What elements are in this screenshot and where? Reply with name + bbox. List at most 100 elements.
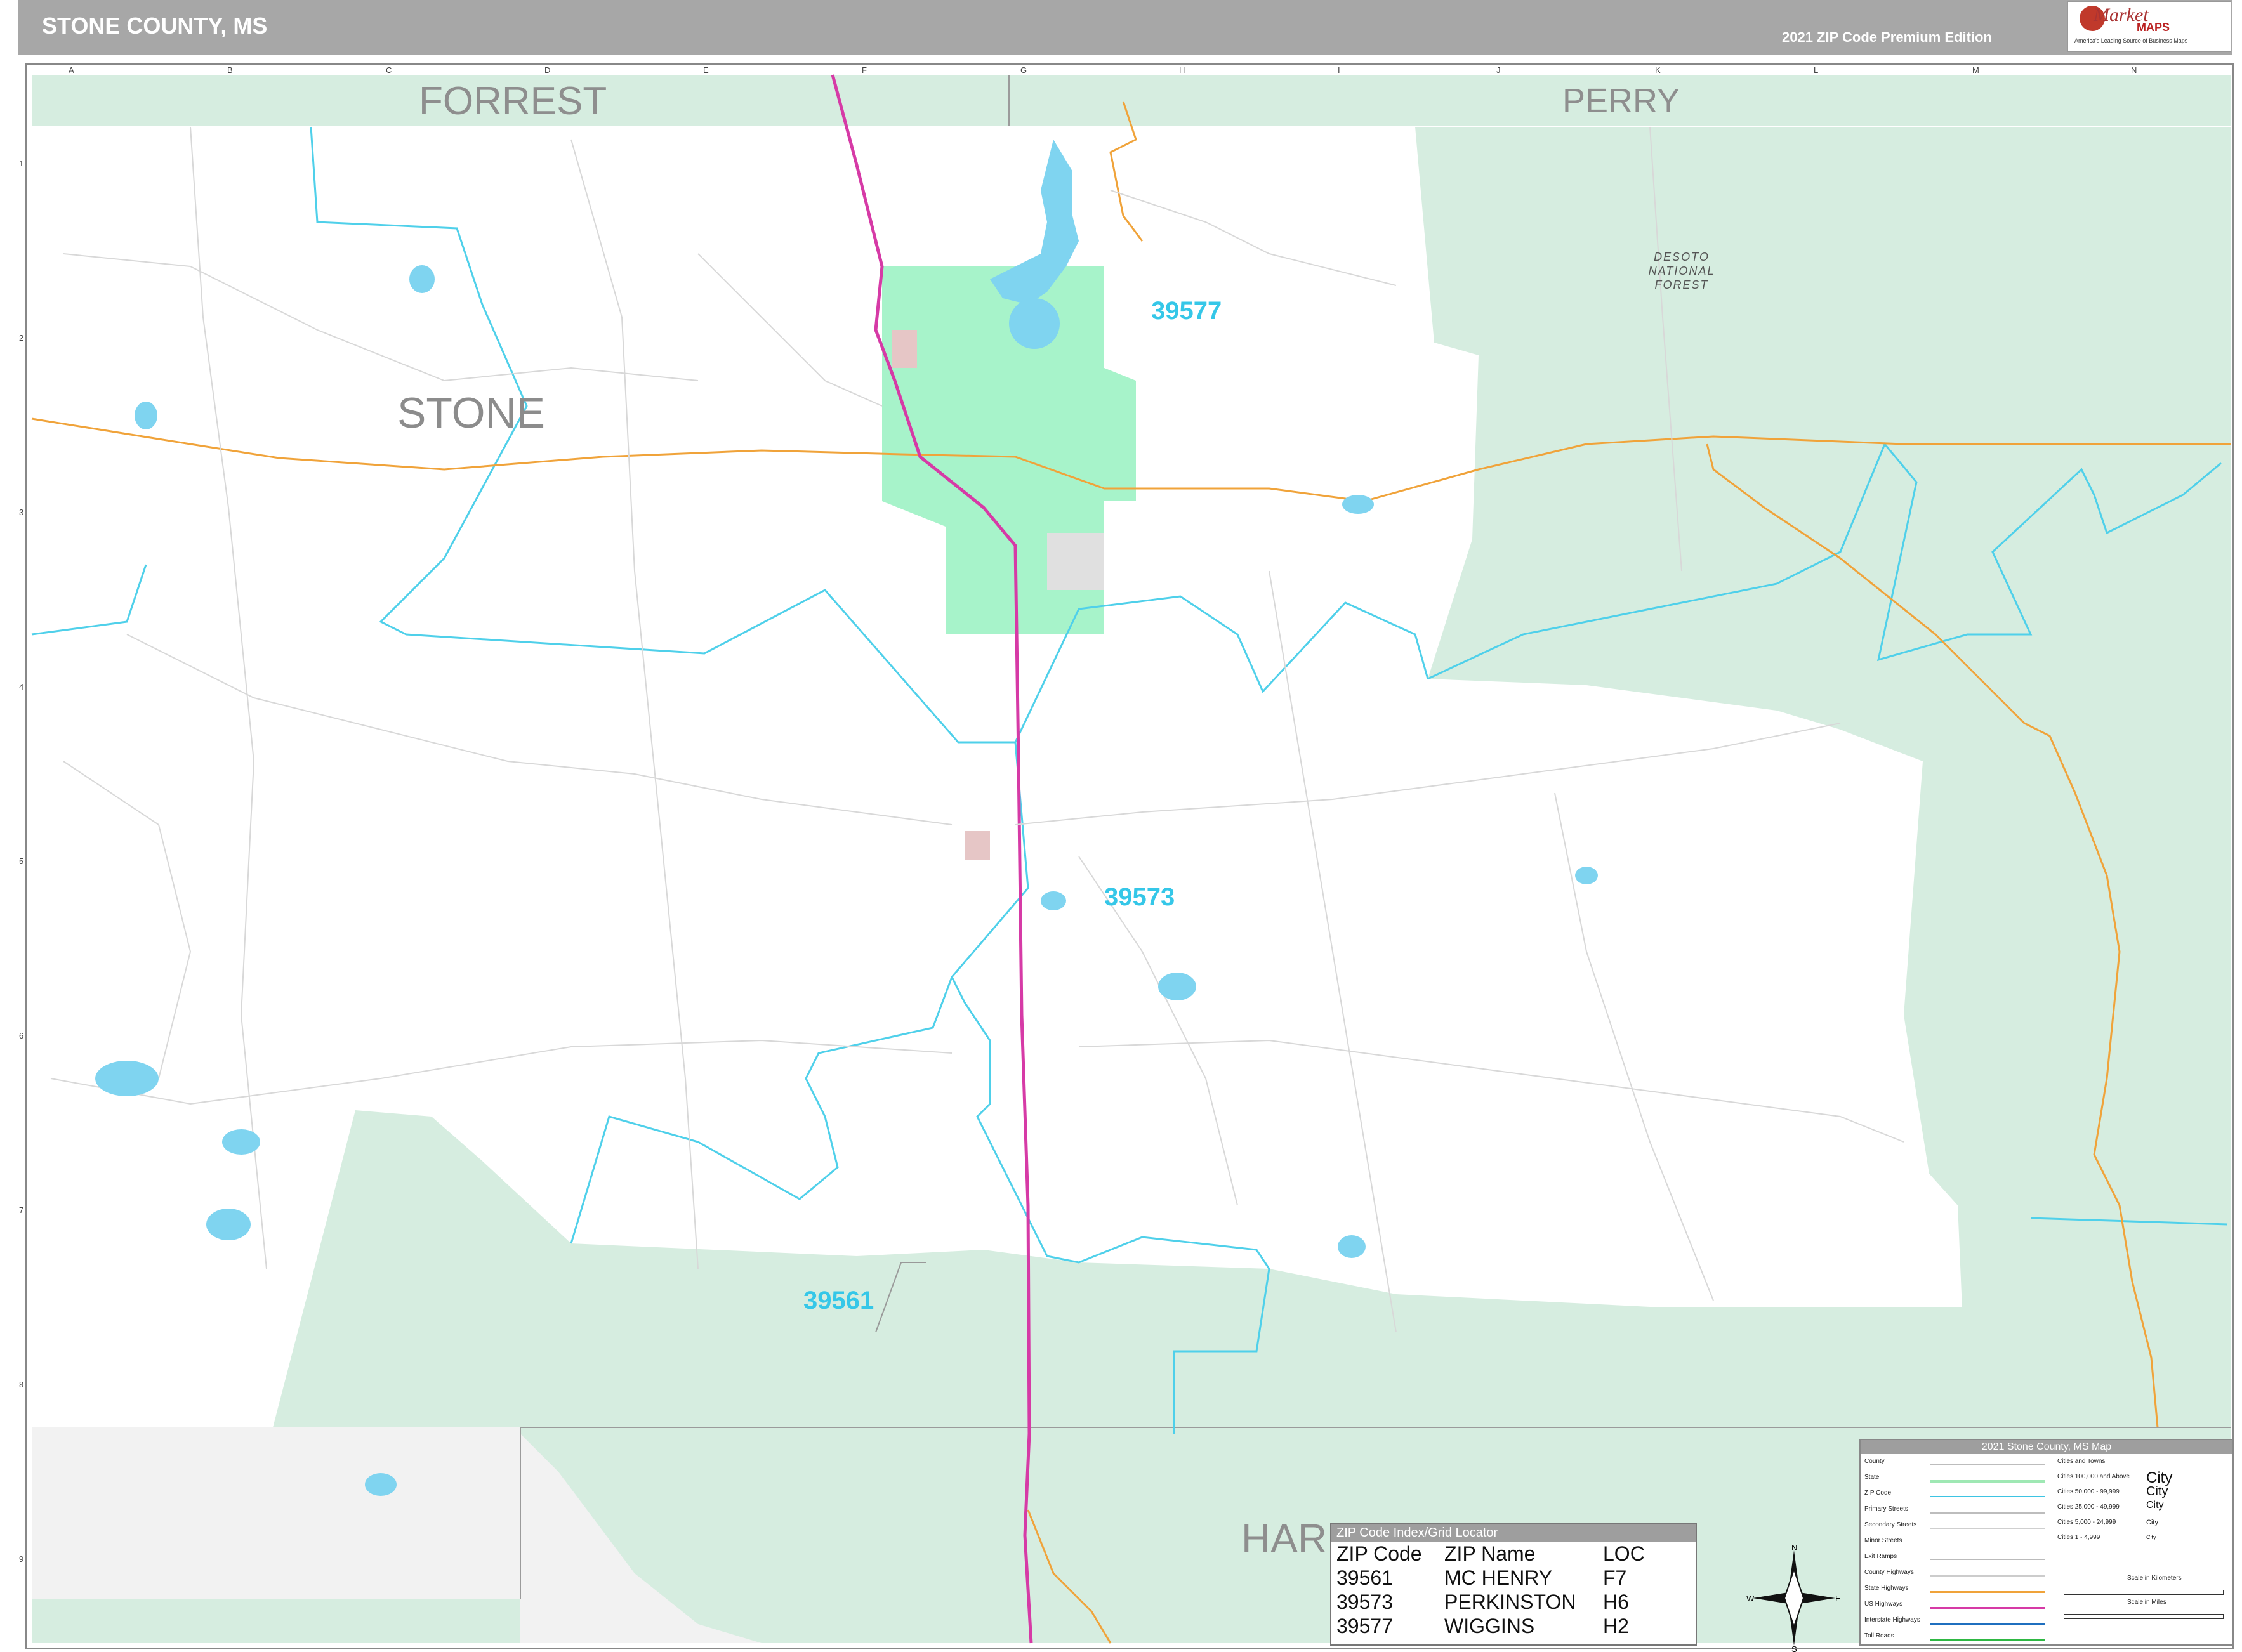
legend-swatch <box>1930 1480 2045 1483</box>
legend-item: Exit Ramps <box>1864 1553 2055 1569</box>
zip-index-row: 39577 WIGGINS H2 <box>1331 1614 1696 1638</box>
compass-w: W <box>1746 1594 1755 1603</box>
county-label-stone: STONE <box>397 389 546 437</box>
compass-e: E <box>1835 1594 1841 1603</box>
grid-col-i: I <box>1338 65 1340 75</box>
zip-label-39573: 39573 <box>1104 883 1175 911</box>
grid-col-k: K <box>1655 65 1661 75</box>
grid-col-h: H <box>1179 65 1185 75</box>
legend-scale-km: Scale in Kilometers <box>2127 1575 2182 1582</box>
legend-item: Interstate Highways <box>1864 1616 2055 1632</box>
legend-item: County <box>1864 1458 2055 1474</box>
county-label-perry: PERRY <box>1562 82 1680 120</box>
grid-col-g: G <box>1020 65 1027 75</box>
zip-index-cell: F7 <box>1603 1566 1627 1589</box>
legend-swatch <box>1930 1528 2045 1529</box>
zip-index-title: ZIP Code Index/Grid Locator <box>1331 1524 1696 1542</box>
legend-item: State <box>1864 1474 2055 1490</box>
legend-swatch <box>1930 1512 2045 1514</box>
zip-index-row: 39573 PERKINSTON H6 <box>1331 1590 1696 1614</box>
legend-swatch <box>1930 1575 2045 1577</box>
legend-swatch <box>1930 1559 2045 1560</box>
national-forest-south <box>273 1110 1967 1434</box>
forest-label-line2: NATIONAL <box>1648 265 1715 277</box>
map-legend: 2021 Stone County, MS Map County State Z… <box>1859 1439 2234 1646</box>
grid-col-l: L <box>1814 65 1819 75</box>
legend-city-item: Cities 50,000 - 99,999 City <box>2057 1485 2168 1498</box>
legend-city-item: Cities 25,000 - 49,999 City <box>2057 1500 2164 1511</box>
grid-row-2: 2 <box>19 333 24 343</box>
compass-n: N <box>1791 1544 1797 1552</box>
grid-col-m: M <box>1972 65 1979 75</box>
zip-index-cell: MC HENRY <box>1444 1566 1553 1589</box>
legend-city-sample: City <box>2146 1534 2156 1540</box>
zip-index-box: ZIP Code Index/Grid Locator ZIP Code ZIP… <box>1330 1523 1697 1646</box>
zip-index-cell: H6 <box>1603 1590 1629 1613</box>
legend-item: County Highways <box>1864 1569 2055 1585</box>
legend-city-item: Cities 5,000 - 24,999 City <box>2057 1519 2158 1526</box>
grid-row-3: 3 <box>19 508 24 517</box>
zip-index-cell: 39561 <box>1336 1566 1393 1589</box>
legend-item: Primary Streets <box>1864 1505 2055 1521</box>
compass-s: S <box>1791 1644 1797 1652</box>
legend-city-item: Cities 1 - 4,999 City <box>2057 1534 2156 1541</box>
legend-item: Minor Streets <box>1864 1537 2055 1553</box>
county-label-harrison: HAR <box>1241 1516 1328 1561</box>
zip-index-row: 39561 MC HENRY F7 <box>1331 1566 1696 1590</box>
forest-label-line3: FOREST <box>1654 279 1709 291</box>
zip-label-39561: 39561 <box>803 1287 874 1314</box>
grid-row-7: 7 <box>19 1205 24 1215</box>
legend-scale-mi: Scale in Miles <box>2127 1599 2166 1606</box>
forest-label-line1: DESOTO <box>1654 251 1710 263</box>
legend-city-sample: City <box>2146 1485 2168 1498</box>
grid-row-4: 4 <box>19 682 24 692</box>
legend-swatch <box>1930 1496 2045 1497</box>
grid-col-f: F <box>862 65 867 75</box>
legend-line-list: County State ZIP Code Primary Streets Se… <box>1864 1458 2055 1648</box>
grid-col-b: B <box>227 65 233 75</box>
scale-bar-km <box>2064 1590 2224 1595</box>
zip-index-cell: 39577 <box>1336 1615 1393 1637</box>
zip-index-header: LOC <box>1603 1542 1645 1565</box>
legend-city-list: Cities and Towns Cities 100,000 and Abov… <box>2057 1458 2229 1619</box>
grid-row-1: 1 <box>19 159 24 168</box>
grid-row-9: 9 <box>19 1554 24 1564</box>
grid-col-n: N <box>2131 65 2137 75</box>
scale-bar-mi <box>2064 1614 2224 1619</box>
legend-swatch <box>1930 1591 2045 1593</box>
legend-item: State Highways <box>1864 1585 2055 1601</box>
compass-rose-icon: N S W E <box>1746 1544 1841 1652</box>
legend-swatch <box>1930 1623 2045 1625</box>
grid-col-j: J <box>1496 65 1501 75</box>
legend-swatch <box>1930 1464 2045 1465</box>
legend-city-sample: City <box>2146 1519 2158 1526</box>
zip-index-cell: PERKINSTON <box>1444 1590 1576 1613</box>
grid-col-d: D <box>544 65 551 75</box>
zip-index-header-row: ZIP Code ZIP Name LOC <box>1331 1542 1696 1566</box>
legend-title: 2021 Stone County, MS Map <box>1861 1440 2232 1454</box>
grid-col-e: E <box>703 65 709 75</box>
zip-index-cell: WIGGINS <box>1444 1615 1535 1637</box>
grid-row-8: 8 <box>19 1380 24 1389</box>
national-forest-east <box>1396 127 2231 1427</box>
grid-row-5: 5 <box>19 856 24 866</box>
zip-index-cell: 39573 <box>1336 1590 1393 1613</box>
grid-col-c: C <box>386 65 392 75</box>
legend-item: Toll Roads <box>1864 1632 2055 1648</box>
grid-row-6: 6 <box>19 1031 24 1040</box>
zip-index-cell: H2 <box>1603 1615 1629 1637</box>
map-canvas <box>31 74 2231 1644</box>
zip-index-header: ZIP Name <box>1444 1542 1536 1565</box>
forrest-perry-strip <box>32 75 2231 126</box>
legend-swatch <box>1930 1639 2045 1641</box>
zip-label-39577: 39577 <box>1151 297 1222 325</box>
zip-index-header: ZIP Code <box>1336 1542 1422 1565</box>
legend-cities-header: Cities and Towns <box>2057 1458 2106 1465</box>
county-label-forrest: FORREST <box>419 79 607 123</box>
legend-swatch <box>1930 1607 2045 1609</box>
legend-item: ZIP Code <box>1864 1490 2055 1505</box>
legend-item: US Highways <box>1864 1601 2055 1616</box>
national-forest-label: DESOTO NATIONAL FOREST <box>1631 250 1732 292</box>
grid-col-a: A <box>69 65 74 75</box>
legend-city-item: Cities 100,000 and Above City <box>2057 1469 2173 1486</box>
